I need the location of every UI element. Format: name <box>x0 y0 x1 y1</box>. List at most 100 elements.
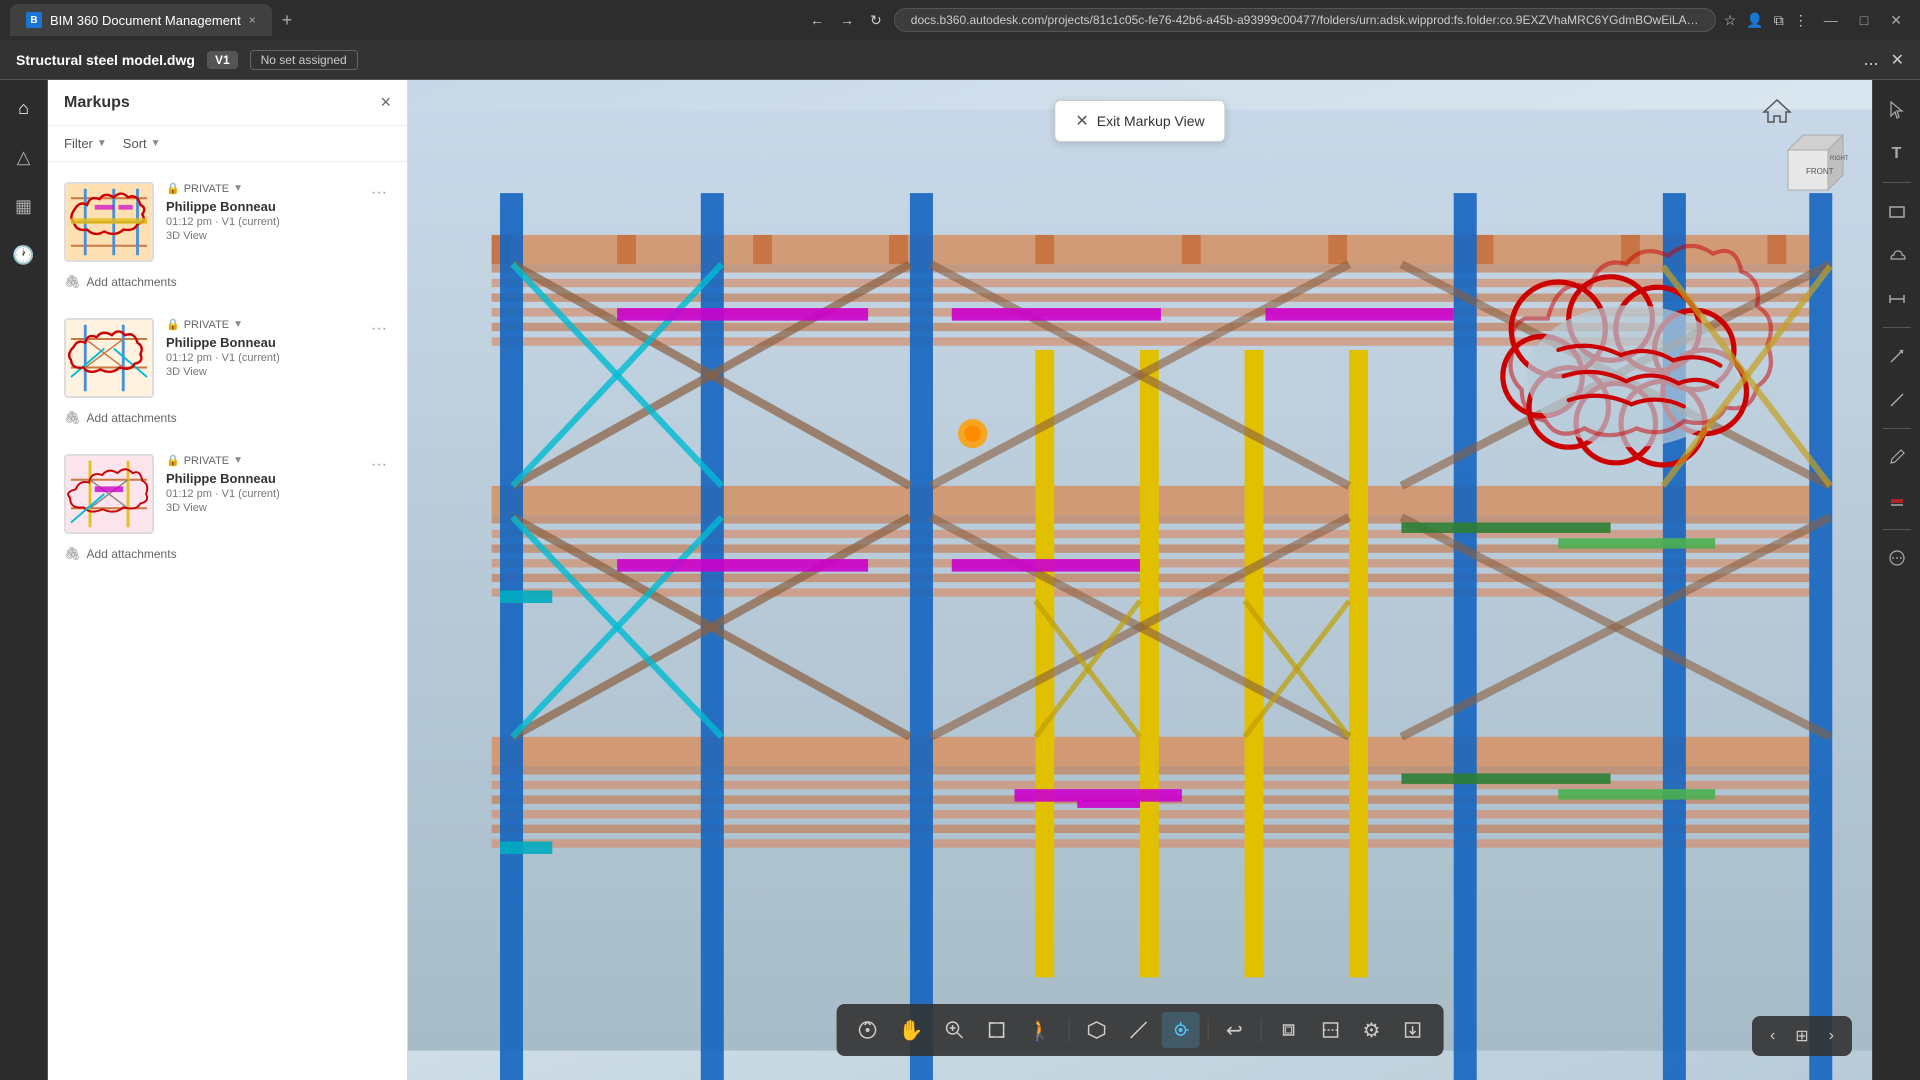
browser-chrome: B BIM 360 Document Management × + ← → ↻ … <box>0 0 1920 40</box>
markup-view-2: 3D View <box>166 366 355 378</box>
markup-author-2: Philippe Bonneau <box>166 335 355 350</box>
tab-title: BIM 360 Document Management <box>50 13 241 28</box>
line-tool-button[interactable] <box>1879 382 1915 418</box>
extensions-icon[interactable]: ⧉ <box>1774 12 1784 29</box>
privacy-dropdown-icon-2[interactable]: ▼ <box>233 319 243 330</box>
bottom-nav: ‹ ⊞ › <box>1752 1016 1852 1056</box>
markup-thumbnail-2[interactable] <box>64 318 154 398</box>
sort-label: Sort <box>123 136 147 151</box>
markup-view-3: 3D View <box>166 502 355 514</box>
markup-meta-3: 01:12 pm · V1 (current) <box>166 488 355 500</box>
toolbar-separator-2 <box>1207 1018 1208 1042</box>
profile-icon[interactable]: 👤 <box>1746 12 1763 29</box>
markup-view-1: 3D View <box>166 230 355 242</box>
forward-button[interactable]: → <box>836 8 858 32</box>
svg-text:FRONT: FRONT <box>1806 167 1834 176</box>
active-tab[interactable]: B BIM 360 Document Management × <box>10 4 272 36</box>
window-controls: — □ ✕ <box>1816 10 1910 31</box>
panel-title: Markups <box>64 94 130 112</box>
toolbar-separator-3 <box>1260 1018 1261 1042</box>
viewer-area[interactable]: ✕ Exit Markup View FRONT RIGHT <box>408 80 1872 1080</box>
select-tool-button[interactable] <box>1879 92 1915 128</box>
filter-arrow-icon: ▼ <box>97 138 107 149</box>
viewer-home-icon[interactable] <box>1762 96 1792 132</box>
markup-thumbnail-1[interactable] <box>64 182 154 262</box>
arrow-tool-button[interactable] <box>1879 338 1915 374</box>
panel-close-button[interactable]: × <box>380 92 391 113</box>
measure-button[interactable] <box>1119 1012 1157 1048</box>
pan-button[interactable]: ✋ <box>891 1012 932 1048</box>
version-badge[interactable]: V1 <box>207 51 238 69</box>
browser-actions: ☆ 👤 ⧉ ⋮ <box>1724 12 1808 29</box>
camera-button[interactable] <box>1161 1012 1199 1048</box>
header-close-button[interactable]: ✕ <box>1891 50 1904 70</box>
markup-info-3: 🔒 PRIVATE ▼ Philippe Bonneau 01:12 pm · … <box>166 454 355 514</box>
pen-tool-button[interactable] <box>1879 439 1915 475</box>
markup-item-header: 🔒 PRIVATE ▼ Philippe Bonneau 01:12 pm · … <box>64 182 391 262</box>
markup-meta-2: 01:12 pm · V1 (current) <box>166 352 355 364</box>
maximize-button[interactable]: □ <box>1852 10 1876 31</box>
markup-more-button-1[interactable]: ··· <box>367 182 391 204</box>
markup-info-2: 🔒 PRIVATE ▼ Philippe Bonneau 01:12 pm · … <box>166 318 355 378</box>
privacy-text-2: PRIVATE <box>184 319 229 331</box>
orbit-button[interactable] <box>849 1012 887 1048</box>
menu-icon[interactable]: ⋮ <box>1794 12 1808 29</box>
back-button[interactable]: ← <box>806 8 828 32</box>
add-attachments-1[interactable]: 🖇 Add attachments <box>64 270 391 302</box>
fit-button[interactable] <box>978 1012 1016 1048</box>
browser-controls: ← → ↻ <box>806 8 886 33</box>
section-button[interactable] <box>1311 1012 1349 1048</box>
sort-button[interactable]: Sort ▼ <box>123 136 161 151</box>
markup-list: 🔒 PRIVATE ▼ Philippe Bonneau 01:12 pm · … <box>48 162 407 1080</box>
highlight-tool-button[interactable] <box>1879 483 1915 519</box>
privacy-dropdown-icon[interactable]: ▼ <box>233 183 243 194</box>
shape-tool-button[interactable] <box>1879 193 1915 229</box>
alert-nav-icon[interactable]: △ <box>11 141 37 174</box>
explode-button[interactable] <box>1269 1012 1307 1048</box>
add-attachments-2[interactable]: 🖇 Add attachments <box>64 406 391 438</box>
close-button[interactable]: ✕ <box>1882 10 1910 31</box>
new-tab-button[interactable]: + <box>276 8 299 33</box>
view-cube[interactable]: FRONT RIGHT <box>1768 130 1848 210</box>
settings-button[interactable]: ⚙ <box>1353 1012 1389 1048</box>
activity-nav-icon[interactable]: 🕐 <box>6 239 40 272</box>
tab-close-button[interactable]: × <box>249 13 256 27</box>
rt-separator-2 <box>1883 327 1911 328</box>
markup-thumbnail-3[interactable] <box>64 454 154 534</box>
zoom-region-button[interactable] <box>936 1012 974 1048</box>
export-button[interactable] <box>1393 1012 1431 1048</box>
person-button[interactable]: 🚶 <box>1020 1012 1061 1048</box>
grid-nav-button[interactable]: ⊞ <box>1787 1022 1816 1050</box>
svg-text:RIGHT: RIGHT <box>1830 156 1848 162</box>
markup-privacy-1: 🔒 PRIVATE ▼ <box>166 182 355 195</box>
header-more-button[interactable]: ... <box>1864 49 1879 70</box>
bottom-toolbar: ✋ <box>837 1004 1444 1056</box>
privacy-text-1: PRIVATE <box>184 183 229 195</box>
prev-nav-button[interactable]: ‹ <box>1762 1023 1783 1049</box>
grid-nav-icon[interactable]: ▦ <box>9 190 38 223</box>
refresh-button[interactable]: ↻ <box>866 8 886 33</box>
box-button[interactable] <box>1077 1012 1115 1048</box>
address-bar[interactable]: docs.b360.autodesk.com/projects/81c1c05c… <box>894 8 1716 32</box>
markup-item-header-2: 🔒 PRIVATE ▼ Philippe Bonneau 01:12 pm · … <box>64 318 391 398</box>
undo-button[interactable]: ↩ <box>1216 1012 1252 1048</box>
exit-markup-button[interactable]: ✕ Exit Markup View <box>1054 100 1225 142</box>
dimension-tool-button[interactable] <box>1879 281 1915 317</box>
privacy-dropdown-icon-3[interactable]: ▼ <box>233 455 243 466</box>
home-nav-icon[interactable]: ⌂ <box>12 92 35 125</box>
markup-more-button-2[interactable]: ··· <box>367 318 391 340</box>
filter-button[interactable]: Filter ▼ <box>64 136 107 151</box>
bookmark-icon[interactable]: ☆ <box>1724 12 1737 29</box>
markup-more-button-3[interactable]: ··· <box>367 454 391 476</box>
add-attachments-3[interactable]: 🖇 Add attachments <box>64 542 391 574</box>
markup-author-3: Philippe Bonneau <box>166 471 355 486</box>
next-nav-button[interactable]: › <box>1821 1023 1842 1049</box>
cloud-tool-button[interactable] <box>1879 237 1915 273</box>
no-set-badge[interactable]: No set assigned <box>250 50 358 70</box>
attach-icon-2: 🖇 <box>64 410 81 426</box>
lock-icon-2: 🔒 <box>166 318 180 331</box>
minimize-button[interactable]: — <box>1816 10 1846 31</box>
lock-icon-1: 🔒 <box>166 182 180 195</box>
eraser-tool-button[interactable] <box>1879 540 1915 576</box>
text-tool-button[interactable]: T <box>1879 136 1915 172</box>
